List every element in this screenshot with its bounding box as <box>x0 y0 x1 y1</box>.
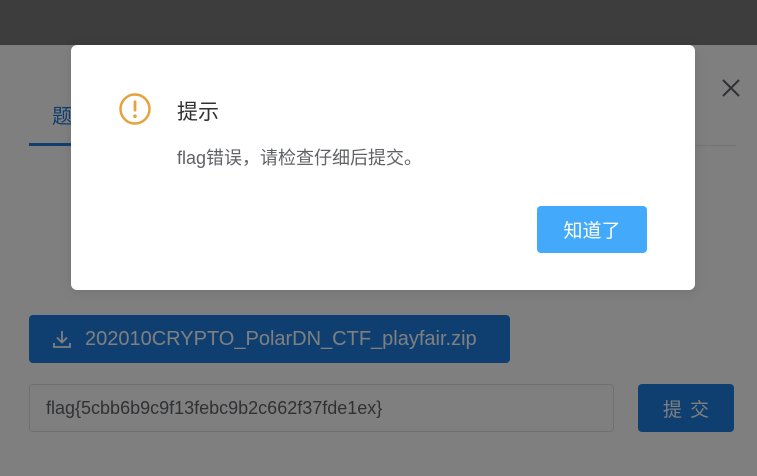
message-box-text: flag错误，请检查仔细后提交。 <box>177 148 423 168</box>
page: 题目 202010CRYPTO_PolarDN_CTF_playfair.zip… <box>0 0 757 476</box>
message-box: 提示 flag错误，请检查仔细后提交。 知道了 <box>71 45 695 290</box>
confirm-button[interactable]: 知道了 <box>537 206 647 253</box>
warning-icon <box>119 93 151 125</box>
message-box-title: 提示 <box>177 101 219 124</box>
